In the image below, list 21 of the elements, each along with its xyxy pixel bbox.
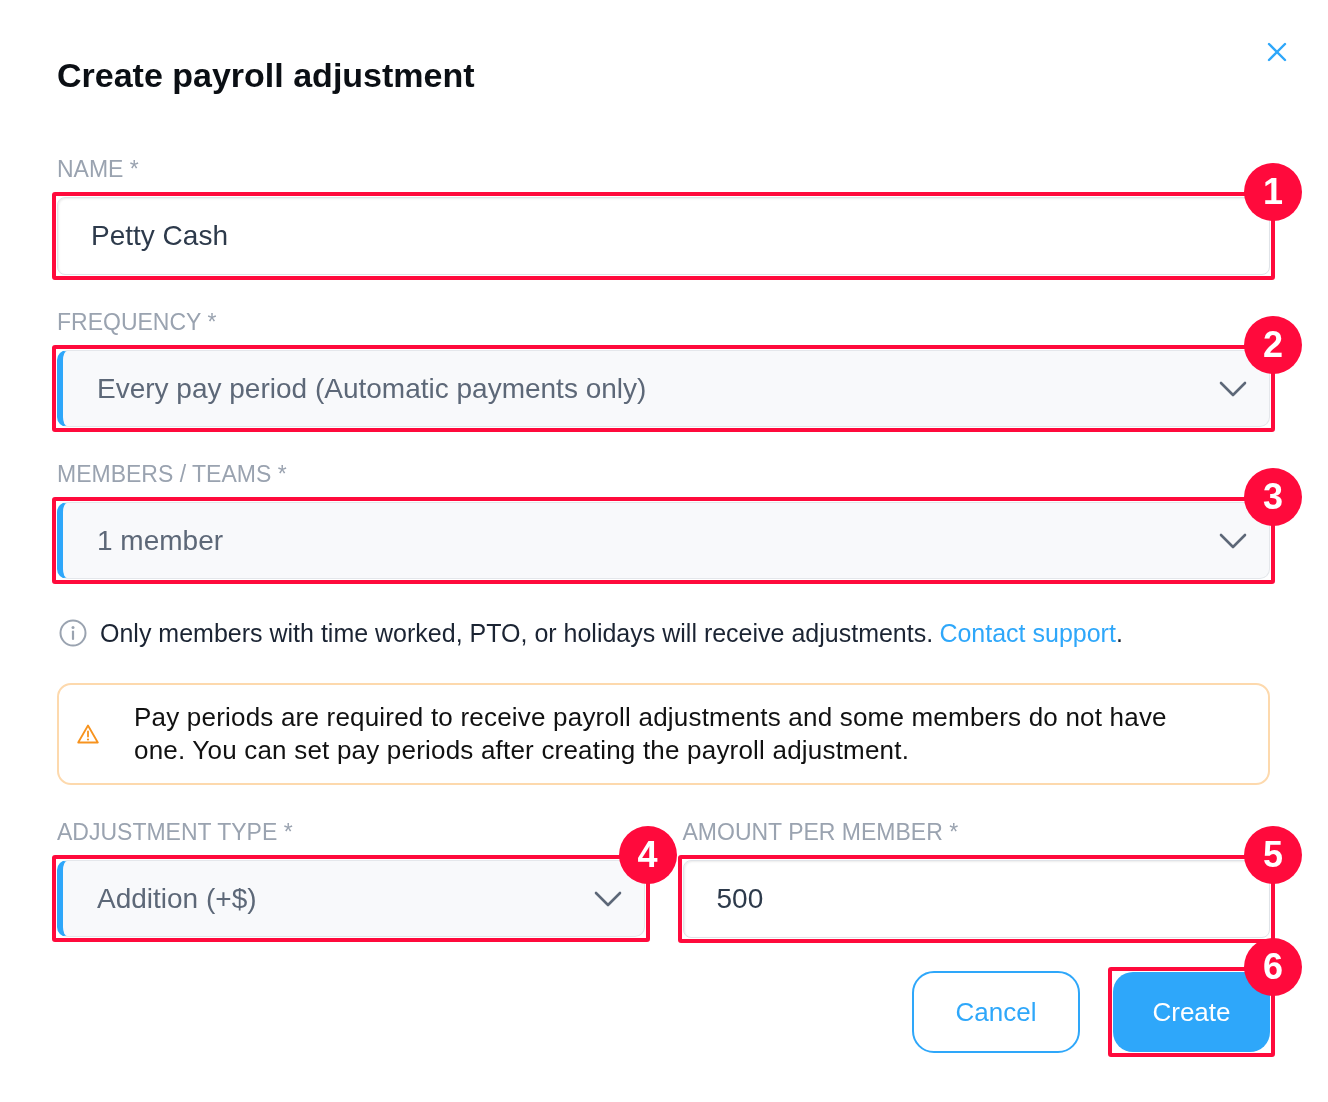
- annotation-badge: 6: [1244, 938, 1302, 996]
- field-label: NAME *: [57, 156, 140, 182]
- field-label: ADJUSTMENT TYPE *: [57, 819, 294, 845]
- annotation-badge: 2: [1244, 316, 1302, 374]
- warning-text: Pay periods are required to receive payroll adjustments and some members do not have one. You can set pay periods after creating the payroll adjustment.: [134, 701, 1168, 767]
- close-button[interactable]: [1267, 42, 1287, 62]
- info-icon: [59, 619, 87, 647]
- warning-icon: [77, 724, 99, 744]
- chevron-down-icon: [1219, 380, 1247, 397]
- info-text: Only members with time worked, PTO, or holidays will receive adjustments. Contact support.: [100, 618, 1123, 649]
- dialog-title: Create payroll adjustment: [57, 55, 475, 96]
- annotation-badge: 5: [1244, 826, 1302, 884]
- field-label: AMOUNT PER MEMBER *: [682, 819, 960, 845]
- annotation-badge: 3: [1244, 468, 1302, 526]
- field-label: MEMBERS / TEAMS *: [57, 461, 288, 487]
- annotation-badge: 4: [618, 826, 677, 884]
- annotation-badge: 1: [1244, 163, 1302, 221]
- field-label: FREQUENCY *: [57, 309, 218, 335]
- chevron-down-icon: [593, 890, 622, 907]
- chevron-down-icon: [1219, 532, 1247, 549]
- close-icon: [1267, 42, 1287, 62]
